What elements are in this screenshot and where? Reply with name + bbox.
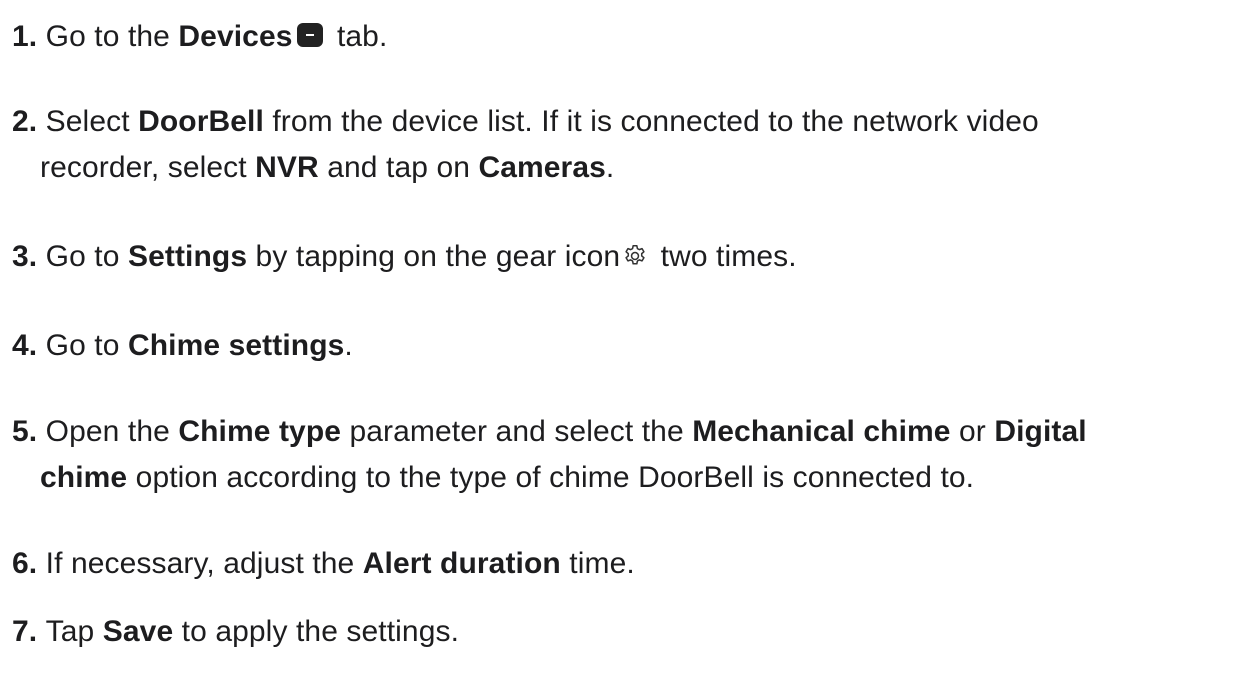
devices-label: Devices	[178, 20, 293, 53]
step-6: 6. If necessary, adjust the Alert durati…	[12, 547, 635, 580]
chime-type-label: Chime type	[178, 415, 342, 448]
chime-label: chime	[40, 461, 128, 494]
chime-settings-label: Chime settings	[127, 329, 345, 362]
cameras-label: Cameras	[478, 151, 606, 184]
step-2: 2. Select DoorBell from the device list.…	[12, 105, 1039, 184]
step-7: 7. Tap Save to apply the settings.	[12, 615, 460, 648]
save-label: Save	[102, 615, 174, 648]
step-1: 1. Go to the Devices tab.	[12, 20, 388, 53]
step-number: 7.	[12, 615, 46, 648]
step-number: 5.	[12, 415, 46, 448]
step-3: 3. Go to Settings by tapping on the gear…	[12, 240, 797, 273]
doorbell-label: DoorBell	[138, 105, 264, 138]
devices-tab-icon	[296, 23, 323, 47]
step-5: 5. Open the Chime type parameter and sel…	[12, 415, 1087, 494]
settings-label: Settings	[127, 240, 248, 273]
step-number: 1.	[12, 20, 46, 53]
step-number: 6.	[12, 547, 46, 580]
step-4: 4. Go to Chime settings.	[12, 329, 353, 362]
alert-duration-label: Alert duration	[362, 547, 561, 580]
step-number: 3.	[12, 240, 46, 273]
nvr-label: NVR	[255, 151, 319, 184]
step-number: 4.	[12, 329, 46, 362]
mechanical-chime-label: Mechanical chime	[692, 415, 951, 448]
step-number: 2.	[12, 105, 46, 138]
gear-icon	[625, 244, 645, 265]
digital-label: Digital	[994, 415, 1087, 448]
